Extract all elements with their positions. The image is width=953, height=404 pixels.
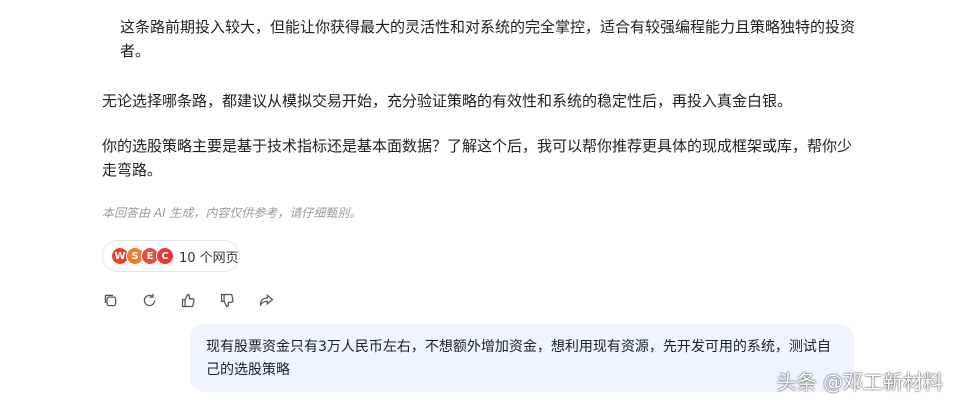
message-actions (100, 290, 276, 310)
thumbs-up-icon[interactable] (178, 290, 198, 310)
share-icon[interactable] (256, 290, 276, 310)
user-message-bubble: 现有股票资金只有3万人民币左右，不想额外增加资金，想利用现有资源，先开发可用的系… (190, 324, 854, 392)
source-icons: W S E C (111, 247, 174, 265)
answer-paragraph-1: 这条路前期投入较大，但能让你获得最大的灵活性和对系统的完全掌控，适合有较强编程能… (120, 18, 856, 60)
copy-icon[interactable] (100, 290, 120, 310)
source-icon-4: C (156, 247, 174, 265)
watermark: 头条 @邓工新材料 (776, 370, 943, 394)
ai-disclaimer: 本回答由 AI 生成，内容仅供参考，请仔细甄别。 (102, 206, 362, 220)
sources-button[interactable]: W S E C 10 个网页 (102, 240, 240, 272)
answer-paragraph-3: 你的选股策略主要是基于技术指标还是基本面数据？了解这个后，我可以帮你推荐更具体的… (102, 137, 853, 179)
answer-paragraph-2: 无论选择哪条路，都建议从模拟交易开始，充分验证策略的有效性和系统的稳定性后，再投… (102, 92, 793, 110)
regenerate-icon[interactable] (139, 290, 159, 310)
thumbs-down-icon[interactable] (217, 290, 237, 310)
sources-label: 10 个网页 (179, 250, 239, 266)
